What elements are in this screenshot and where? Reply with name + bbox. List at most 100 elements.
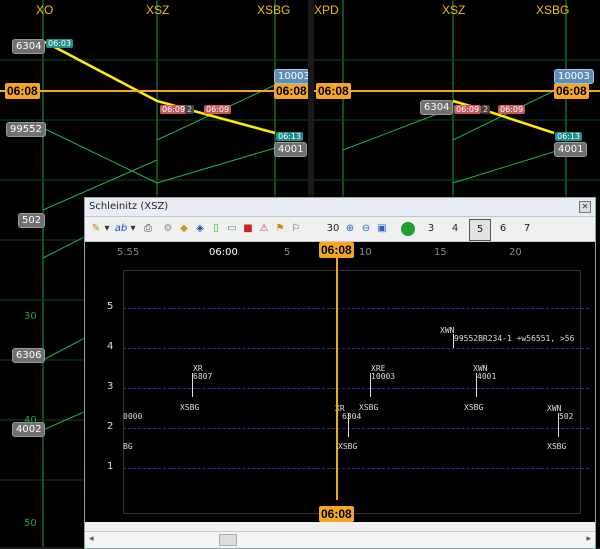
event-train-number[interactable]: 99552BR234-1 +w56551, >56551: [454, 334, 574, 343]
track-button-7[interactable]: 7: [517, 222, 537, 236]
chevron-down-icon[interactable]: ▾: [103, 222, 111, 236]
station-window[interactable]: Schleinitz (XSZ) ✕ ✎ ▾ ab ▾ ⎙ ⚙ ◆ ◈ ▯ ▭ …: [84, 197, 596, 549]
time-tick: 5.55: [117, 247, 140, 258]
settings-icon[interactable]: ⚙: [161, 222, 175, 236]
window-title: Schleinitz (XSZ): [89, 201, 169, 212]
horizontal-scrollbar[interactable]: ◂ ▸: [85, 531, 595, 548]
current-time-line: [336, 242, 338, 500]
event-destination: XSBG: [547, 442, 567, 451]
track-label-3: 3: [107, 381, 114, 392]
window-titlebar[interactable]: Schleinitz (XSZ) ✕: [85, 198, 595, 217]
departure2-time-tag: 06:09: [498, 105, 526, 114]
station-label-xsz: XSZ: [442, 3, 466, 17]
arrival-time-tag: 06:09: [454, 105, 482, 114]
track-row-1-line: [123, 468, 589, 469]
scrollbar-thumb[interactable]: [219, 534, 237, 546]
minute-tick-50: 50: [24, 518, 37, 529]
event-destination: XSBG: [338, 442, 358, 451]
departure2-time-tag: 06:09: [204, 105, 232, 114]
event-destination: XSBG: [180, 403, 200, 412]
arrival2-time-tag: 06:13: [276, 132, 304, 141]
train-badge-99552[interactable]: 99552: [6, 122, 46, 137]
fit-window-icon[interactable]: ▣: [375, 222, 389, 236]
train-badge-10003[interactable]: 10003: [554, 69, 594, 84]
event-marker: [558, 413, 559, 437]
track-button-5[interactable]: 5: [469, 219, 491, 241]
dwell-tag: 2: [481, 105, 491, 114]
scroll-right-icon[interactable]: ▸: [586, 534, 591, 544]
now-time-marker-left: 06:08: [5, 83, 40, 99]
diamond-icon[interactable]: ◈: [193, 222, 207, 236]
now-time-marker-right: 06:08: [274, 83, 308, 99]
now-time-marker-bottom: 06:08: [319, 506, 354, 522]
page-icon[interactable]: ▭: [225, 222, 239, 236]
time-tick: 20: [509, 247, 522, 258]
event-train-number[interactable]: 0000: [123, 412, 142, 421]
close-icon[interactable]: ✕: [579, 201, 591, 213]
track-row-4-line: [123, 348, 589, 349]
event-marker: [348, 413, 349, 437]
event-train-number[interactable]: 502: [559, 412, 573, 421]
event-marker: [476, 373, 477, 397]
signal-icon[interactable]: ⚑: [273, 222, 287, 236]
train-badge-6304[interactable]: 6304: [12, 39, 46, 54]
zoom-value: 30: [326, 223, 340, 234]
event-marker: [370, 373, 371, 397]
now-time-marker-left: 06:08: [316, 83, 351, 99]
checkered-flag-icon[interactable]: ⚐: [289, 222, 303, 236]
track-label-4: 4: [107, 341, 114, 352]
event-destination: XSBG: [464, 403, 484, 412]
train-badge-6306[interactable]: 6306: [12, 348, 46, 363]
zoom-out-icon[interactable]: ⊖: [359, 222, 373, 236]
print-icon[interactable]: ⎙: [141, 222, 155, 236]
track-button-6[interactable]: 6: [493, 222, 513, 236]
flag-icon[interactable]: ■: [241, 222, 255, 236]
arrival-time-tag: 06:09: [160, 105, 188, 114]
station-label-xsz: XSZ: [146, 3, 170, 17]
train-badge-6304[interactable]: 6304: [420, 100, 454, 115]
event-destination: BG: [123, 442, 133, 451]
station-label-xo: XO: [36, 3, 54, 17]
document-add-icon[interactable]: ▯: [209, 222, 223, 236]
time-tick: 5: [284, 247, 291, 258]
window-toolbar: ✎ ▾ ab ▾ ⎙ ⚙ ◆ ◈ ▯ ▭ ■ ⚠ ⚑ ⚐ 30 ⊕ ⊖ ▣ 3 …: [85, 217, 595, 242]
now-time-marker-top: 06:08: [319, 242, 354, 258]
departure-time-tag: 06:03: [46, 39, 74, 48]
train-badge-10003[interactable]: 10003: [274, 69, 308, 84]
track-row-2-line: [123, 428, 589, 429]
time-tick: 06:00: [209, 247, 238, 258]
train-badge-502[interactable]: 502: [18, 213, 46, 228]
event-marker: [192, 373, 193, 397]
time-tick: 10: [359, 247, 372, 258]
track-label-1: 1: [107, 461, 114, 472]
track-button-3[interactable]: 3: [421, 222, 441, 236]
event-train-number[interactable]: 10003: [371, 372, 395, 381]
scroll-left-icon[interactable]: ◂: [89, 534, 94, 544]
track-occupancy-plot[interactable]: 5 4 3 2 1 XR 6807 XSBG XRE 10003 XSBG XW…: [85, 242, 595, 522]
status-green-icon[interactable]: [401, 222, 415, 236]
event-destination: XSBG: [359, 403, 379, 412]
chevron-down-icon[interactable]: ▾: [129, 222, 137, 236]
minute-tick-30: 30: [24, 311, 37, 322]
text-style-icon[interactable]: ab: [113, 222, 129, 236]
zoom-in-icon[interactable]: ⊕: [343, 222, 357, 236]
dwell-tag: 2: [185, 105, 195, 114]
minute-tick-40: 40: [24, 415, 37, 426]
event-train-number[interactable]: 6304: [342, 412, 361, 421]
track-row-5-line: [123, 308, 589, 309]
arrival2-time-tag: 06:13: [555, 132, 583, 141]
warning-icon[interactable]: ⚠: [257, 222, 271, 236]
event-train-number[interactable]: 4001: [477, 372, 496, 381]
package-icon[interactable]: ◆: [177, 222, 191, 236]
track-button-4[interactable]: 4: [445, 222, 465, 236]
station-label-xpd: XPD: [314, 3, 339, 17]
track-label-2: 2: [107, 421, 114, 432]
time-tick: 15: [434, 247, 447, 258]
pen-icon[interactable]: ✎: [89, 222, 103, 236]
train-badge-4001[interactable]: 4001: [554, 142, 588, 157]
train-badge-4001[interactable]: 4001: [274, 142, 308, 157]
event-train-number[interactable]: 6807: [193, 372, 212, 381]
station-label-xsbg: XSBG: [536, 3, 570, 17]
station-label-xsbg: XSBG: [257, 3, 291, 17]
track-label-5: 5: [107, 301, 114, 312]
